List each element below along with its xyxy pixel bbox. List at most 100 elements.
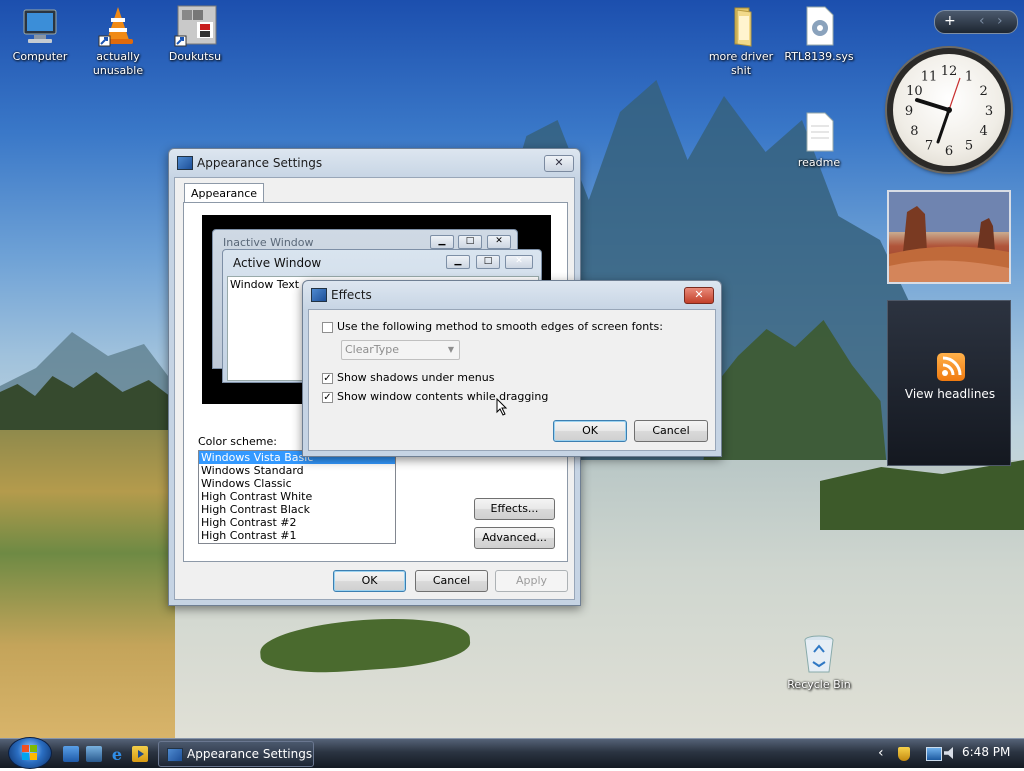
color-scheme-option[interactable]: Windows Standard (199, 464, 395, 477)
advanced-button[interactable]: Advanced... (474, 527, 555, 549)
color-scheme-list[interactable]: Windows Vista Basic Windows Standard Windo… (198, 450, 396, 544)
drag-contents-label: Show window contents while dragging (337, 390, 549, 403)
recycle-bin-icon (797, 632, 841, 676)
add-gadget-button[interactable]: + (944, 13, 956, 29)
network-icon[interactable] (926, 747, 942, 761)
desktop-icon-readme[interactable]: readme (779, 110, 859, 170)
window-title: Appearance Settings (197, 156, 323, 170)
clock-numeral: 6 (945, 144, 953, 159)
color-scheme-option[interactable]: High Contrast #1 (199, 529, 395, 542)
svg-text:e: e (112, 746, 122, 762)
clock-numeral: 4 (979, 124, 987, 139)
desktop-icon-label: Doukutsu (168, 50, 222, 63)
desktop-icon-label: actually unusable (92, 50, 144, 77)
ok-button[interactable]: OK (333, 570, 406, 592)
close-button[interactable]: ✕ (544, 155, 574, 172)
clock-numeral: 9 (905, 104, 913, 119)
smoothing-method-value: ClearType (345, 343, 400, 356)
slideshow-gadget[interactable] (887, 190, 1011, 284)
slideshow-image (889, 192, 1009, 282)
view-headlines-link[interactable]: View headlines (888, 387, 1012, 401)
smoothing-method-select[interactable]: ClearType ▼ (341, 340, 460, 360)
preview-active-title: Active Window (233, 256, 322, 270)
effects-button[interactable]: Effects... (474, 498, 555, 520)
preview-inactive-title: Inactive Window (223, 236, 314, 249)
maximize-icon: □ (476, 255, 500, 269)
start-button[interactable] (8, 737, 52, 769)
close-icon: ✕ (505, 255, 533, 269)
apply-button[interactable]: Apply (495, 570, 568, 592)
system-file-icon (797, 4, 841, 48)
close-button[interactable]: ✕ (684, 287, 714, 304)
effects-client: Use the following method to smooth edges… (308, 309, 716, 451)
cancel-button[interactable]: Cancel (415, 570, 488, 592)
clock-face: 12 12 3 45678 9 1011 (905, 64, 993, 159)
effects-cancel-button[interactable]: Cancel (634, 420, 708, 442)
color-scheme-option[interactable]: High Contrast White (199, 490, 395, 503)
color-scheme-label: Color scheme: (198, 435, 277, 448)
text-file-icon (797, 110, 841, 154)
taskbar-button-appearance-settings[interactable]: Appearance Settings (158, 741, 314, 767)
desktop-icon-actually-unusable[interactable]: actually unusable (78, 4, 158, 78)
tab-appearance[interactable]: Appearance (184, 183, 265, 203)
desktop-icon-computer[interactable]: Computer (0, 4, 80, 64)
display-settings-icon (177, 156, 193, 170)
folder-icon (719, 4, 763, 48)
color-scheme-option[interactable]: High Contrast Black (199, 503, 395, 516)
desktop-icon-rtl8139[interactable]: RTL8139.sys (779, 4, 859, 64)
effects-title: Effects (331, 288, 372, 302)
switch-windows-icon[interactable] (86, 746, 102, 762)
preview-window-text: Window Text (230, 278, 300, 291)
clock-numeral: 8 (910, 124, 918, 139)
media-player-icon[interactable] (132, 746, 148, 762)
desktop-icon-label: Computer (12, 50, 68, 63)
previous-button[interactable]: ‹ (979, 13, 985, 29)
desktop-icon-more-driver-shit[interactable]: more driver shit (701, 4, 781, 78)
clock-time[interactable]: 6:48 PM (962, 745, 1010, 759)
show-hidden-icons-button[interactable]: ‹ (878, 745, 884, 761)
appearance-titlebar[interactable]: Appearance Settings ✕ (169, 149, 580, 177)
effects-ok-button[interactable]: OK (553, 420, 627, 442)
internet-explorer-icon[interactable]: e (109, 745, 125, 764)
desktop-icon-label: RTL8139.sys (784, 50, 854, 63)
mouse-pointer-icon (496, 398, 508, 416)
desktop-icon-label: more driver shit (708, 50, 774, 77)
wallpaper-field (0, 430, 175, 738)
feed-headlines-gadget[interactable]: View headlines (887, 300, 1011, 466)
clock-numeral: 3 (985, 104, 993, 119)
dropdown-arrow-icon: ▼ (447, 345, 454, 354)
next-button[interactable]: › (997, 13, 1003, 29)
smooth-edges-label: Use the following method to smooth edges… (337, 320, 663, 333)
desktop-icon-doukutsu[interactable]: Doukutsu (155, 4, 235, 64)
volume-icon[interactable] (944, 747, 953, 759)
taskbar: e Appearance Settings ‹ (0, 737, 1024, 769)
taskbar-button-label: Appearance Settings (187, 747, 313, 761)
show-desktop-icon[interactable] (63, 746, 79, 762)
desktop-icon-recycle-bin[interactable]: Recycle Bin (779, 632, 859, 692)
effects-dialog: Effects ✕ Use the following method to sm… (302, 280, 722, 457)
color-scheme-option[interactable]: High Contrast #2 (199, 516, 395, 529)
menu-shadows-checkbox[interactable]: ✓ (322, 373, 333, 384)
desktop-icon-label: readme (797, 156, 841, 169)
drag-contents-checkbox[interactable]: ✓ (322, 392, 333, 403)
clock-numeral: 2 (979, 84, 987, 99)
minimize-icon: ▁ (430, 235, 454, 249)
color-scheme-option[interactable]: Windows Classic (199, 477, 395, 490)
clock-numeral: 1 (965, 69, 973, 84)
clock-numeral: 10 (906, 84, 923, 99)
security-shield-icon[interactable] (898, 747, 910, 761)
desktop-icon-label: Recycle Bin (787, 678, 851, 691)
display-settings-icon (311, 288, 327, 302)
maximize-icon: □ (458, 235, 482, 249)
clock-gadget[interactable]: 12 1 2 3 4 5 6 7 8 9 10 11 (887, 48, 1011, 172)
clock-numeral: 7 (925, 139, 933, 154)
minimize-icon: ▁ (446, 255, 470, 269)
menu-shadows-label: Show shadows under menus (337, 371, 495, 384)
clock-numeral: 11 (921, 69, 938, 84)
smooth-edges-checkbox[interactable] (322, 322, 333, 333)
close-icon: ✕ (487, 235, 511, 249)
display-settings-icon (167, 748, 183, 762)
windows-logo-icon (22, 745, 37, 760)
effects-titlebar[interactable]: Effects ✕ (303, 281, 721, 309)
rss-icon (937, 353, 965, 381)
